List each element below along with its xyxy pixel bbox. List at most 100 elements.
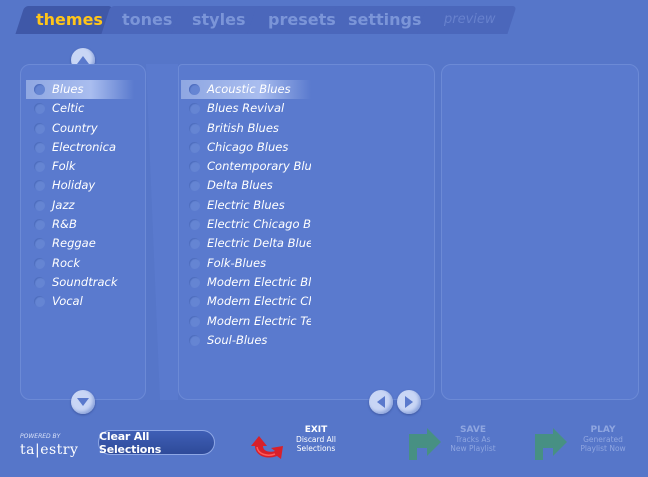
save-arrow-icon bbox=[409, 428, 441, 460]
item-label: Blues bbox=[52, 82, 84, 96]
radio-icon bbox=[189, 276, 200, 288]
list-item[interactable]: Delta Blues bbox=[181, 176, 311, 195]
arrow-right-icon bbox=[405, 396, 413, 408]
exit-arrow-icon bbox=[251, 436, 283, 459]
play-line2: Playlist Now bbox=[580, 444, 626, 453]
list-item[interactable]: Blues Revival bbox=[181, 99, 311, 118]
list-item[interactable]: Acoustic Blues bbox=[181, 80, 311, 100]
item-label: Soul-Blues bbox=[207, 332, 268, 347]
item-label: Folk bbox=[52, 159, 76, 174]
radio-icon bbox=[189, 334, 200, 346]
list-item[interactable]: Electronica bbox=[26, 138, 134, 157]
list-item[interactable]: British Blues bbox=[181, 119, 311, 138]
list-item[interactable]: Electric Blues bbox=[181, 196, 311, 215]
save-label: SAVE Tracks As New Playlist bbox=[447, 425, 499, 454]
radio-icon bbox=[34, 84, 45, 95]
exit-line1: Discard All bbox=[296, 435, 336, 444]
list-item[interactable]: Jazz bbox=[26, 196, 134, 215]
list-item[interactable]: Reggae bbox=[26, 234, 134, 253]
tab-label: settings bbox=[348, 10, 422, 29]
list-item[interactable]: Soundtrack bbox=[26, 273, 134, 292]
item-label: Reggae bbox=[52, 236, 96, 251]
app-window: themes tones styles presets settings pre… bbox=[0, 0, 648, 477]
tab-label: presets bbox=[268, 10, 336, 29]
item-label: Holiday bbox=[52, 178, 96, 193]
list-item[interactable]: Soul-Blues bbox=[181, 331, 311, 350]
item-label: R&B bbox=[52, 217, 77, 232]
list-item[interactable]: Contemporary Blues bbox=[181, 157, 311, 176]
radio-icon bbox=[189, 141, 200, 153]
list-item[interactable]: Country bbox=[26, 119, 134, 138]
themes-list: Blues Celtic Country Electronica Folk Ho… bbox=[26, 80, 134, 312]
radio-icon bbox=[34, 199, 45, 211]
tab-settings[interactable]: settings bbox=[327, 6, 437, 34]
item-label: Modern Electric Texas Blues bbox=[207, 313, 311, 328]
tab-themes[interactable]: themes bbox=[15, 6, 113, 34]
save-title: SAVE bbox=[460, 425, 486, 435]
radio-icon bbox=[34, 103, 45, 115]
list-item[interactable]: Modern Electric Texas Blues bbox=[181, 312, 311, 331]
play-button[interactable]: PLAY Generated Playlist Now bbox=[531, 424, 641, 464]
item-label: Modern Electric Blues bbox=[207, 274, 311, 289]
list-item[interactable]: Electric Chicago Blues bbox=[181, 215, 311, 234]
page-prev-button[interactable] bbox=[369, 390, 393, 414]
radio-icon bbox=[34, 161, 45, 173]
radio-icon bbox=[34, 296, 45, 308]
play-arrow-icon bbox=[535, 428, 567, 460]
tab-bar: themes tones styles presets settings pre… bbox=[14, 0, 640, 34]
tapestry-logo: ta|estry bbox=[20, 442, 79, 458]
list-item[interactable]: Celtic bbox=[26, 99, 134, 118]
list-item[interactable]: Holiday bbox=[26, 176, 134, 195]
list-item[interactable]: Folk-Blues bbox=[181, 254, 311, 273]
item-label: Electric Delta Blues bbox=[207, 236, 311, 251]
item-label: Electronica bbox=[52, 139, 116, 154]
panel-connector bbox=[146, 64, 178, 400]
radio-icon bbox=[189, 84, 200, 95]
radio-icon bbox=[189, 238, 200, 250]
clear-all-selections-button[interactable]: Clear All Selections bbox=[98, 430, 215, 456]
scroll-down-button[interactable] bbox=[71, 390, 95, 414]
item-label: Vocal bbox=[52, 294, 83, 309]
arrow-up-icon bbox=[77, 56, 89, 64]
play-title: PLAY bbox=[590, 425, 616, 435]
list-item[interactable]: Vocal bbox=[26, 292, 134, 311]
radio-icon bbox=[34, 238, 45, 250]
list-item[interactable]: Rock bbox=[26, 254, 134, 273]
page-next-button[interactable] bbox=[397, 390, 421, 414]
radio-icon bbox=[189, 180, 200, 192]
list-item[interactable]: R&B bbox=[26, 215, 134, 234]
item-label: Soundtrack bbox=[52, 274, 118, 289]
item-label: Delta Blues bbox=[207, 178, 273, 193]
item-label: Acoustic Blues bbox=[207, 82, 291, 96]
exit-button[interactable]: EXIT Discard All Selections bbox=[249, 424, 359, 464]
item-label: British Blues bbox=[207, 120, 279, 135]
exit-line2: Selections bbox=[296, 444, 336, 453]
item-label: Electric Blues bbox=[207, 197, 285, 212]
tab-label: tones bbox=[122, 10, 173, 29]
exit-label: EXIT Discard All Selections bbox=[291, 426, 341, 454]
tab-label: styles bbox=[192, 10, 246, 29]
powered-by-label: POWERED BY bbox=[20, 433, 61, 440]
radio-icon bbox=[34, 257, 45, 269]
radio-icon bbox=[34, 219, 45, 231]
tab-preview: preview bbox=[417, 6, 517, 34]
save-button[interactable]: SAVE Tracks As New Playlist bbox=[405, 424, 515, 464]
item-label: Chicago Blues bbox=[207, 139, 289, 154]
radio-icon bbox=[189, 296, 200, 308]
radio-icon bbox=[189, 257, 200, 269]
radio-icon bbox=[189, 199, 200, 211]
radio-icon bbox=[189, 315, 200, 327]
radio-icon bbox=[189, 219, 200, 231]
list-item[interactable]: Blues bbox=[26, 80, 134, 100]
subthemes-list: Acoustic Blues Blues Revival British Blu… bbox=[181, 80, 311, 350]
list-item[interactable]: Modern Electric Blues bbox=[181, 273, 311, 292]
list-item[interactable]: Chicago Blues bbox=[181, 138, 311, 157]
item-label: Folk-Blues bbox=[207, 255, 267, 270]
list-item[interactable]: Electric Delta Blues bbox=[181, 234, 311, 253]
list-item[interactable]: Modern Electric Chicago Blues bbox=[181, 292, 311, 311]
item-label: Electric Chicago Blues bbox=[207, 217, 311, 232]
list-item[interactable]: Folk bbox=[26, 157, 134, 176]
radio-icon bbox=[189, 103, 200, 115]
save-line1: Tracks As bbox=[455, 435, 491, 444]
item-label: Jazz bbox=[52, 197, 75, 212]
